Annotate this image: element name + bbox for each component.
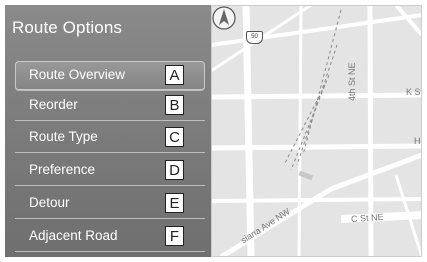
callout-label: F — [165, 226, 184, 246]
map-roads — [211, 5, 422, 257]
menu-item-route-type[interactable]: Route Type C — [15, 123, 205, 153]
menu-item-preference[interactable]: Preference D — [15, 156, 205, 186]
callout-label: E — [165, 193, 184, 213]
menu-item-reorder[interactable]: Reorder B — [15, 91, 205, 121]
route-options-panel: Route Options Route Overview A Reorder B… — [5, 5, 211, 257]
menu-item-detour[interactable]: Detour E — [15, 189, 205, 219]
street-label-4th: 4th St NE — [347, 62, 357, 101]
callout-label: B — [165, 95, 184, 115]
panel-title: Route Options — [12, 18, 122, 37]
menu-item-label: Preference — [29, 162, 96, 177]
menu-item-route-overview[interactable]: Route Overview A — [15, 61, 205, 91]
street-label-k: K S — [406, 87, 421, 97]
callout-label: D — [165, 160, 184, 180]
callout-label: C — [165, 127, 184, 147]
menu-item-label: Route Overview — [29, 67, 126, 82]
menu-item-label: Detour — [29, 195, 70, 210]
north-arrow-icon[interactable] — [211, 5, 237, 31]
callout-label: A — [165, 65, 184, 85]
menu-item-adjacent-road[interactable]: Adjacent Road F — [15, 222, 205, 252]
street-label-h: H — [414, 136, 421, 146]
menu-item-label: Adjacent Road — [29, 228, 118, 243]
map-view[interactable]: 50 4th St NE K S H C St NE siana Ave NW — [211, 5, 422, 257]
navigation-screen: 50 4th St NE K S H C St NE siana Ave NW … — [0, 0, 427, 262]
menu-item-label: Route Type — [29, 129, 98, 144]
highway-shield-icon: 50 — [246, 31, 263, 44]
menu-item-label: Reorder — [29, 97, 78, 112]
